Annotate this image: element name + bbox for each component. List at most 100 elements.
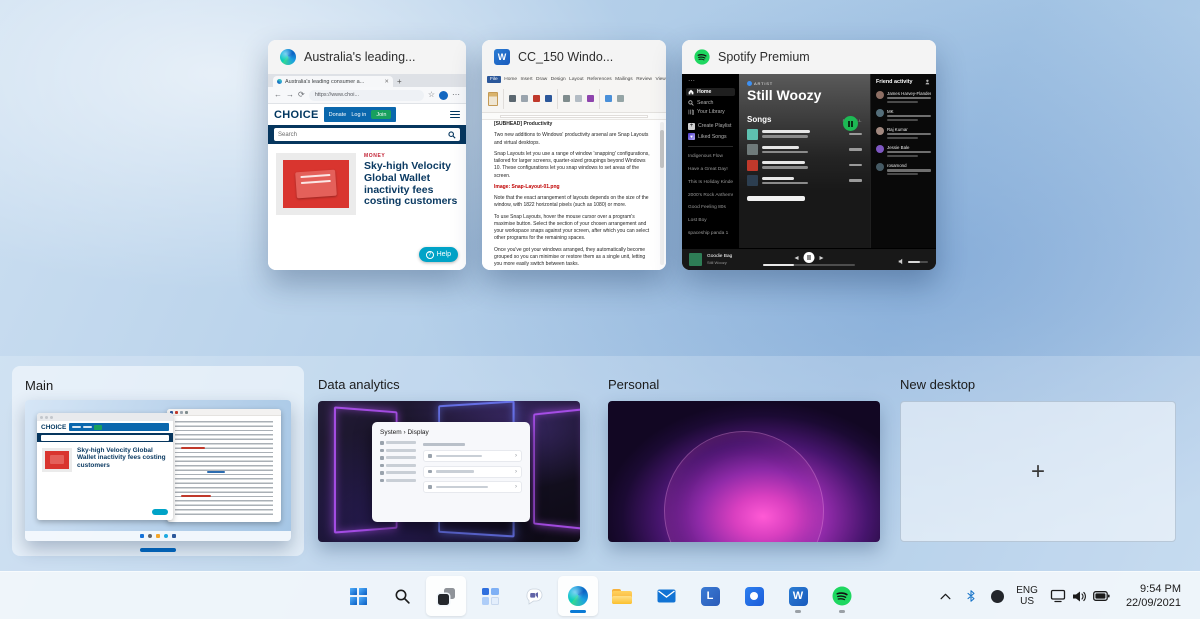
desktop-card-personal[interactable]: Personal (608, 377, 880, 542)
mail-button[interactable] (646, 576, 686, 616)
credit-card-graphic (295, 170, 337, 199)
hamburger-menu-icon (450, 111, 460, 119)
edge-taskbar-button[interactable] (558, 576, 598, 616)
ribbon-tab: Insert (521, 77, 533, 82)
login-link: Log in (351, 112, 366, 118)
settings-breadcrumb: System › Display (380, 429, 522, 436)
desktop-thumbnail-main[interactable]: CHOICE Sky-high Velocity Global Wallet i… (25, 400, 291, 541)
active-desktop-indicator (140, 548, 176, 552)
desktop-name[interactable]: New desktop (900, 377, 1176, 392)
chevron-up-icon (940, 593, 951, 600)
ribbon-tab: Review (636, 77, 652, 82)
mini-doc-lines (175, 421, 273, 516)
desktop-card-analytics[interactable]: Data analytics System › Display (318, 377, 580, 542)
playlist-item: Lost Boy (688, 216, 733, 225)
friend-row: Jessie Bale (876, 145, 931, 158)
spotify-icon (832, 586, 852, 606)
browser-menu-icon: ⋯ (452, 91, 460, 99)
purple-glow-wallpaper (608, 401, 880, 542)
bluetooth-button[interactable] (959, 576, 983, 616)
word-taskbar-button[interactable]: W (778, 576, 818, 616)
desktop-name[interactable]: Main (25, 378, 291, 393)
mini-headline: Sky-high Velocity Global Wallet inactivi… (77, 447, 167, 469)
network-icon (1050, 589, 1066, 603)
mini-word-window (167, 409, 281, 522)
playlist-item: 2000's Rock Anthems Playlist (688, 191, 733, 200)
battery-icon (1093, 590, 1110, 602)
window-thumbnail-word[interactable]: W CC_150 Windo... File Home Insert Draw … (482, 40, 666, 270)
join-button: Join (371, 110, 391, 119)
clock-button[interactable]: 9:54 PM 22/09/2021 (1117, 576, 1190, 616)
chat-button[interactable] (514, 576, 554, 616)
plus-icon: + (688, 123, 695, 130)
search-button[interactable] (382, 576, 422, 616)
next-icon (820, 256, 824, 260)
desktop-card-main[interactable]: Main CHOICE (12, 366, 304, 556)
playlist-item: Have a Great Day! (688, 165, 733, 174)
ribbon-tab: Design (551, 77, 566, 82)
tray-app-button[interactable] (985, 576, 1009, 616)
player-controls (795, 252, 824, 263)
taskbar: L W (0, 571, 1200, 619)
song-row (747, 175, 862, 186)
choice-site-header: CHOICE Donate Log in Join (268, 104, 466, 125)
spotify-window-preview: ⋯ Home Search Your Library + Create Play… (682, 74, 936, 270)
task-view-button[interactable] (426, 576, 466, 616)
desktop-name[interactable]: Personal (608, 377, 880, 392)
mail-icon (657, 589, 676, 603)
artist-label: ARTIST (747, 81, 862, 86)
start-button[interactable] (338, 576, 378, 616)
blue-app-button[interactable] (734, 576, 774, 616)
settings-body: › › › (380, 441, 522, 497)
language-code: ENG (1016, 585, 1038, 597)
l-app-icon: L (701, 587, 720, 606)
quick-settings-button[interactable] (1045, 576, 1115, 616)
hidden-icons-button[interactable] (933, 576, 957, 616)
article-image (283, 160, 349, 208)
mini-doc-link-mark (207, 471, 225, 473)
window-titlebar: W CC_150 Windo... (482, 40, 666, 74)
create-playlist: + Create Playlist (688, 123, 733, 130)
new-desktop-button[interactable]: + (900, 401, 1176, 542)
desktop-thumbnail-analytics[interactable]: System › Display › (318, 401, 580, 542)
song-duration (849, 179, 862, 181)
window-thumbnail-spotify[interactable]: Spotify Premium ⋯ Home Search Your Libra… (682, 40, 936, 270)
widgets-icon (482, 588, 499, 605)
lists-app-button[interactable]: L (690, 576, 730, 616)
ribbon-tab: Layout (569, 77, 583, 82)
window-thumbnail-edge[interactable]: Australia's leading... Australia's leadi… (268, 40, 466, 270)
widgets-button[interactable] (470, 576, 510, 616)
doc-paragraph: To use Snap Layouts, hover the mouse cur… (494, 214, 650, 243)
mini-join-button (94, 425, 102, 430)
spotify-nav-library: Your Library (688, 109, 733, 115)
help-label: Help (437, 251, 451, 258)
edge-window-preview: Australia's leading consumer a... ✕ + ← … (268, 74, 466, 270)
volume-icon (898, 258, 905, 265)
doc-subhead: [SUBHEAD] Productivity (494, 121, 650, 128)
song-row (747, 129, 862, 140)
desktop-card-new[interactable]: New desktop + (900, 377, 1176, 542)
tab-close-icon: ✕ (384, 79, 389, 85)
song-row (747, 144, 862, 155)
ribbon-tab-file: File (487, 76, 501, 83)
mini-browser-window: CHOICE Sky-high Velocity Global Wallet i… (37, 413, 173, 520)
desktop-thumbnail-personal[interactable] (608, 401, 880, 542)
language-switcher[interactable]: ENG US (1011, 576, 1043, 616)
article-kicker: MONEY (364, 153, 385, 159)
pause-button (804, 252, 815, 263)
song-row (747, 160, 862, 171)
paste-icon (488, 92, 498, 106)
desktop-name[interactable]: Data analytics (318, 377, 580, 392)
file-explorer-button[interactable] (602, 576, 642, 616)
question-icon: ? (426, 251, 434, 259)
choice-nav-band: Donate Log in Join (324, 107, 397, 122)
playlist-item: Good Feeling 80s (688, 203, 733, 212)
window-title: CC_150 Windo... (518, 50, 613, 64)
donate-link: Donate (329, 112, 347, 118)
search-placeholder: Search (278, 132, 297, 138)
spotify-taskbar-button[interactable] (822, 576, 862, 616)
ribbon-icon (575, 95, 582, 102)
verified-badge-icon (747, 81, 752, 86)
friend-avatar (876, 91, 884, 99)
tab-title: Australia's leading consumer a... (285, 79, 364, 85)
